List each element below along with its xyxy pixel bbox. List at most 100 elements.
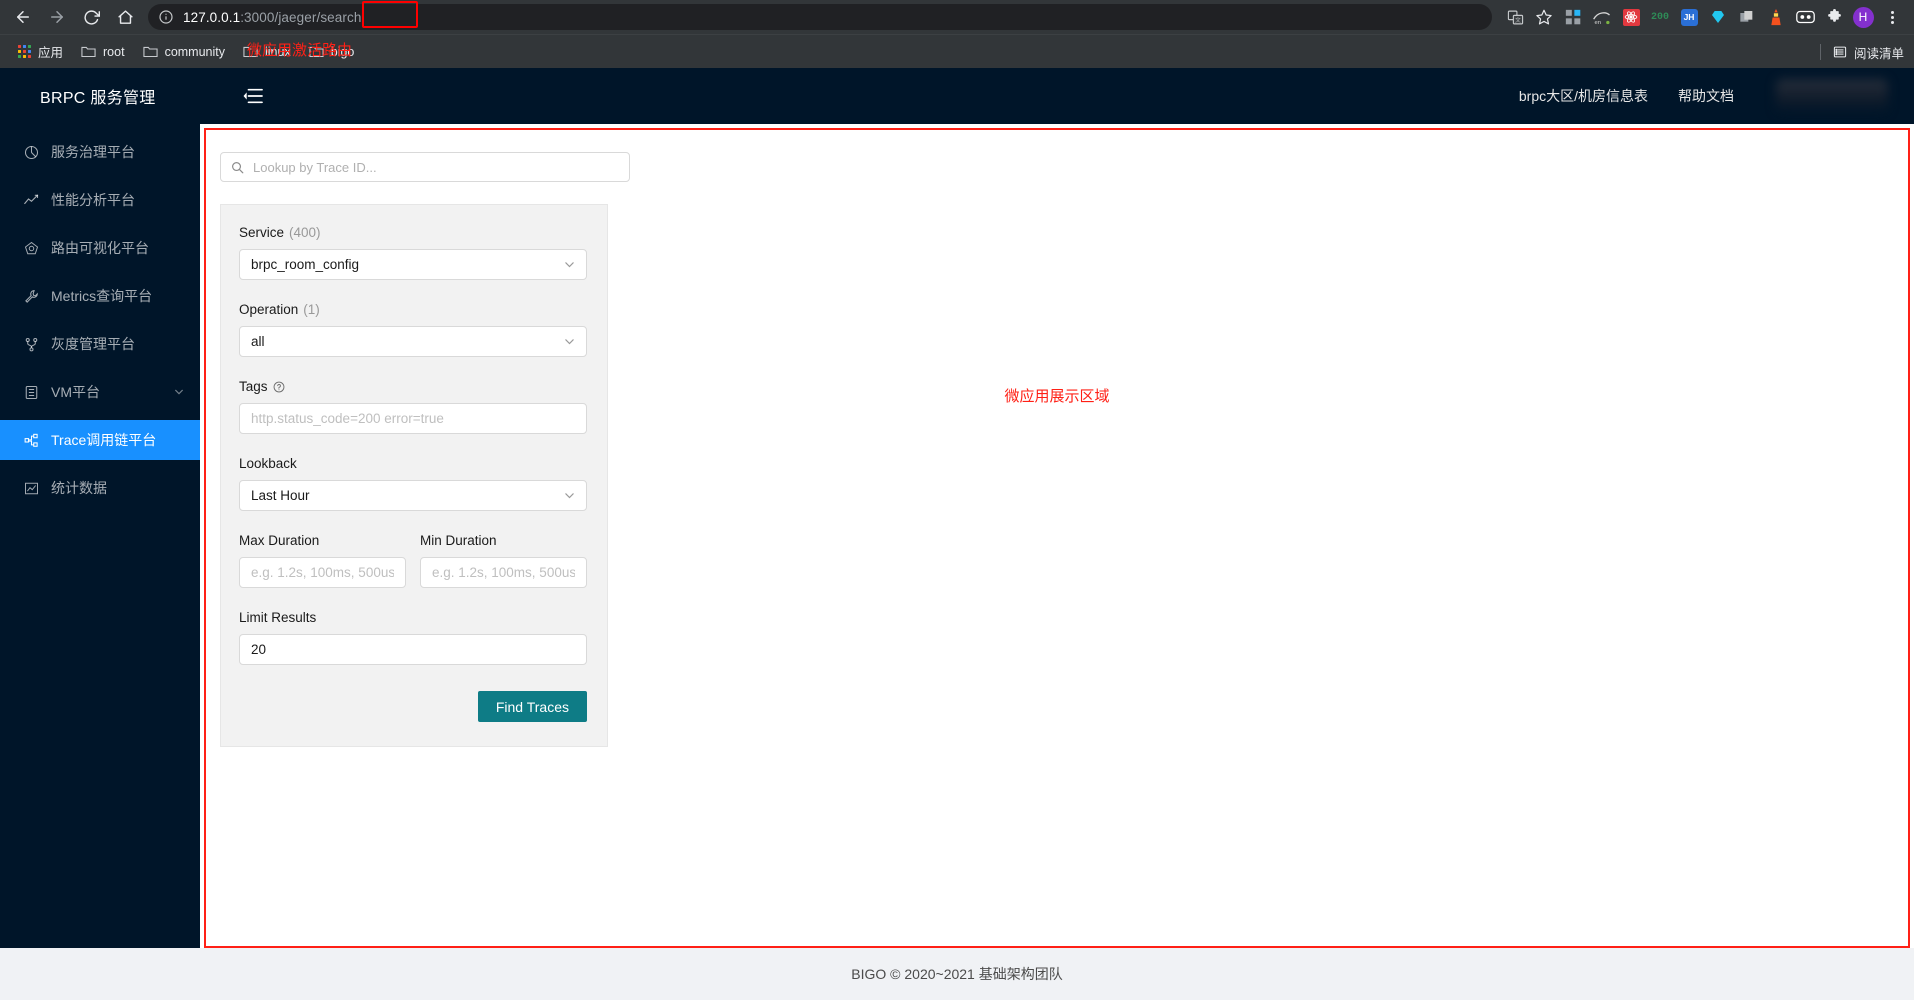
chevron-down-icon (565, 262, 574, 268)
limit-results-field: Limit Results 20 (239, 610, 587, 665)
sidebar-item-trace-platform[interactable]: Trace调用链平台 (0, 420, 200, 460)
tags-input[interactable]: http.status_code=200 error=true (239, 403, 587, 434)
back-button[interactable] (8, 2, 38, 32)
menu-fold-icon[interactable] (242, 87, 264, 105)
limit-results-label: Limit Results (239, 610, 317, 625)
question-circle-icon[interactable] (273, 381, 285, 393)
bookmarks-bar: 应用 root community linux bigo 微应用激活路由 阅读清… (0, 34, 1914, 68)
sidebar-item-metrics-query[interactable]: Metrics查询平台 (0, 276, 200, 316)
operation-value: all (251, 334, 265, 349)
operation-count: (1) (303, 302, 320, 317)
tags-field: Tags http.status_code=200 error=true (239, 379, 587, 434)
header-link-region-table[interactable]: brpc大区/机房信息表 (1519, 86, 1648, 106)
tags-label: Tags (239, 379, 268, 394)
lookback-field: Lookback Last Hour (239, 456, 587, 511)
max-duration-label-row: Max Duration (239, 533, 406, 548)
extension-lighthouse-icon[interactable] (1762, 3, 1790, 31)
apps-grid-icon (18, 45, 31, 58)
svg-text:en: en (1595, 20, 1601, 26)
form-actions: Find Traces (239, 691, 587, 722)
min-duration-input[interactable]: e.g. 1.2s, 100ms, 500us (420, 557, 587, 588)
sidebar-item-label: Trace调用链平台 (51, 432, 157, 448)
service-label-row: Service (400) (239, 225, 587, 240)
toolbar-right-actions: 文 en 200 JH H (1500, 3, 1906, 31)
extension-diamond-icon[interactable] (1704, 3, 1732, 31)
reading-list-button[interactable]: 阅读清单 (1819, 35, 1904, 69)
service-field: Service (400) brpc_room_config (239, 225, 587, 280)
search-form: Service (400) brpc_room_config Operation (220, 204, 608, 747)
lookback-label: Lookback (239, 456, 297, 471)
bookmark-apps[interactable]: 应用 (10, 40, 71, 64)
operation-field: Operation (1) all (239, 302, 587, 357)
sidebar-item-label: 统计数据 (51, 480, 107, 496)
application: BRPC 服务管理 brpc大区/机房信息表 帮助文档 服务治理平台 性能分析平… (0, 68, 1914, 1000)
sidebar-item-label: VM平台 (51, 384, 100, 400)
home-button[interactable] (110, 2, 140, 32)
operation-select[interactable]: all (239, 326, 587, 357)
star-icon[interactable] (1530, 3, 1558, 31)
search-icon (232, 161, 244, 173)
max-duration-input[interactable]: e.g. 1.2s, 100ms, 500us (239, 557, 406, 588)
user-account-area[interactable] (1776, 79, 1888, 113)
sidebar-item-label: 服务治理平台 (51, 144, 135, 160)
trace-id-lookup-input[interactable]: Lookup by Trace ID... (220, 152, 630, 182)
translate-icon[interactable]: 文 (1501, 3, 1529, 31)
jaeger-search-panel: Lookup by Trace ID... Service (400) brpc… (206, 130, 630, 747)
kebab-menu-icon[interactable] (1878, 3, 1906, 31)
bookmark-root[interactable]: root (73, 40, 133, 64)
tags-placeholder: http.status_code=200 error=true (251, 411, 444, 426)
app-body: 服务治理平台 性能分析平台 路由可视化平台 Metrics查询平台 灰度管理平台 (0, 124, 1914, 948)
trace-id-lookup-placeholder: Lookup by Trace ID... (253, 159, 377, 175)
microapp-container: Lookup by Trace ID... Service (400) brpc… (204, 128, 1910, 948)
sidebar-item-label: 灰度管理平台 (51, 336, 135, 352)
extension-en-icon[interactable]: en (1588, 3, 1616, 31)
bookmark-community[interactable]: community (135, 40, 233, 64)
microapp-annotation: 微应用展示区域 (1004, 388, 1110, 405)
limit-results-value: 20 (251, 642, 267, 657)
app-header-actions: brpc大区/机房信息表 帮助文档 (1519, 79, 1914, 113)
duration-row: Max Duration e.g. 1.2s, 100ms, 500us Min… (239, 533, 587, 588)
find-traces-button[interactable]: Find Traces (477, 691, 587, 722)
extension-react-icon[interactable] (1617, 3, 1645, 31)
folder-icon (142, 46, 158, 58)
service-count: (400) (289, 225, 321, 240)
limit-results-input[interactable]: 20 (239, 634, 587, 665)
browser-toolbar: 127.0.0.1:3000/jaeger/search 文 en 200 JH… (0, 0, 1914, 34)
address-bar[interactable]: 127.0.0.1:3000/jaeger/search (148, 1, 1492, 30)
min-duration-field: Min Duration e.g. 1.2s, 100ms, 500us (420, 533, 587, 588)
content-area: Lookup by Trace ID... Service (400) brpc… (200, 124, 1914, 948)
sidebar-item-routing-visualization[interactable]: 路由可视化平台 (0, 228, 200, 268)
bookmark-label: community (164, 44, 225, 59)
url-host: 127.0.0.1 (183, 9, 241, 25)
sidebar-item-statistics[interactable]: 统计数据 (0, 468, 200, 508)
header-link-help-doc[interactable]: 帮助文档 (1678, 86, 1734, 106)
sidebar-item-service-governance[interactable]: 服务治理平台 (0, 132, 200, 172)
bookmark-label: 应用 (38, 46, 64, 60)
dashboard-pie-icon (24, 145, 39, 159)
chevron-down-icon (175, 389, 183, 395)
operation-label-row: Operation (1) (239, 302, 587, 317)
area-chart-icon (25, 482, 38, 494)
forward-button[interactable] (42, 2, 72, 32)
database-icon (25, 385, 38, 399)
reload-button[interactable] (76, 2, 106, 32)
service-select[interactable]: brpc_room_config (239, 249, 587, 280)
lookback-select[interactable]: Last Hour (239, 480, 587, 511)
app-logo[interactable]: BRPC 服务管理 (0, 84, 200, 108)
sidebar-item-vm-platform[interactable]: VM平台 (0, 372, 200, 412)
service-value: brpc_room_config (251, 257, 360, 272)
sidebar-item-gray-release[interactable]: 灰度管理平台 (0, 324, 200, 364)
extension-grid-icon[interactable] (1559, 3, 1587, 31)
sidebar-item-label: 路由可视化平台 (51, 240, 149, 256)
chevron-down-icon (565, 493, 574, 499)
extension-goggles-icon[interactable] (1791, 3, 1819, 31)
extension-copy-icon[interactable] (1733, 3, 1761, 31)
browser-chrome: 127.0.0.1:3000/jaeger/search 文 en 200 JH… (0, 0, 1914, 68)
extension-puzzle-icon[interactable] (1820, 3, 1848, 31)
profile-avatar[interactable]: H (1849, 3, 1877, 31)
extension-200-icon[interactable]: 200 (1646, 3, 1674, 31)
page-info-icon[interactable] (158, 9, 174, 25)
sidebar-item-performance-analysis[interactable]: 性能分析平台 (0, 180, 200, 220)
extension-jh-icon[interactable]: JH (1675, 3, 1703, 31)
reading-list-icon (1833, 46, 1847, 58)
